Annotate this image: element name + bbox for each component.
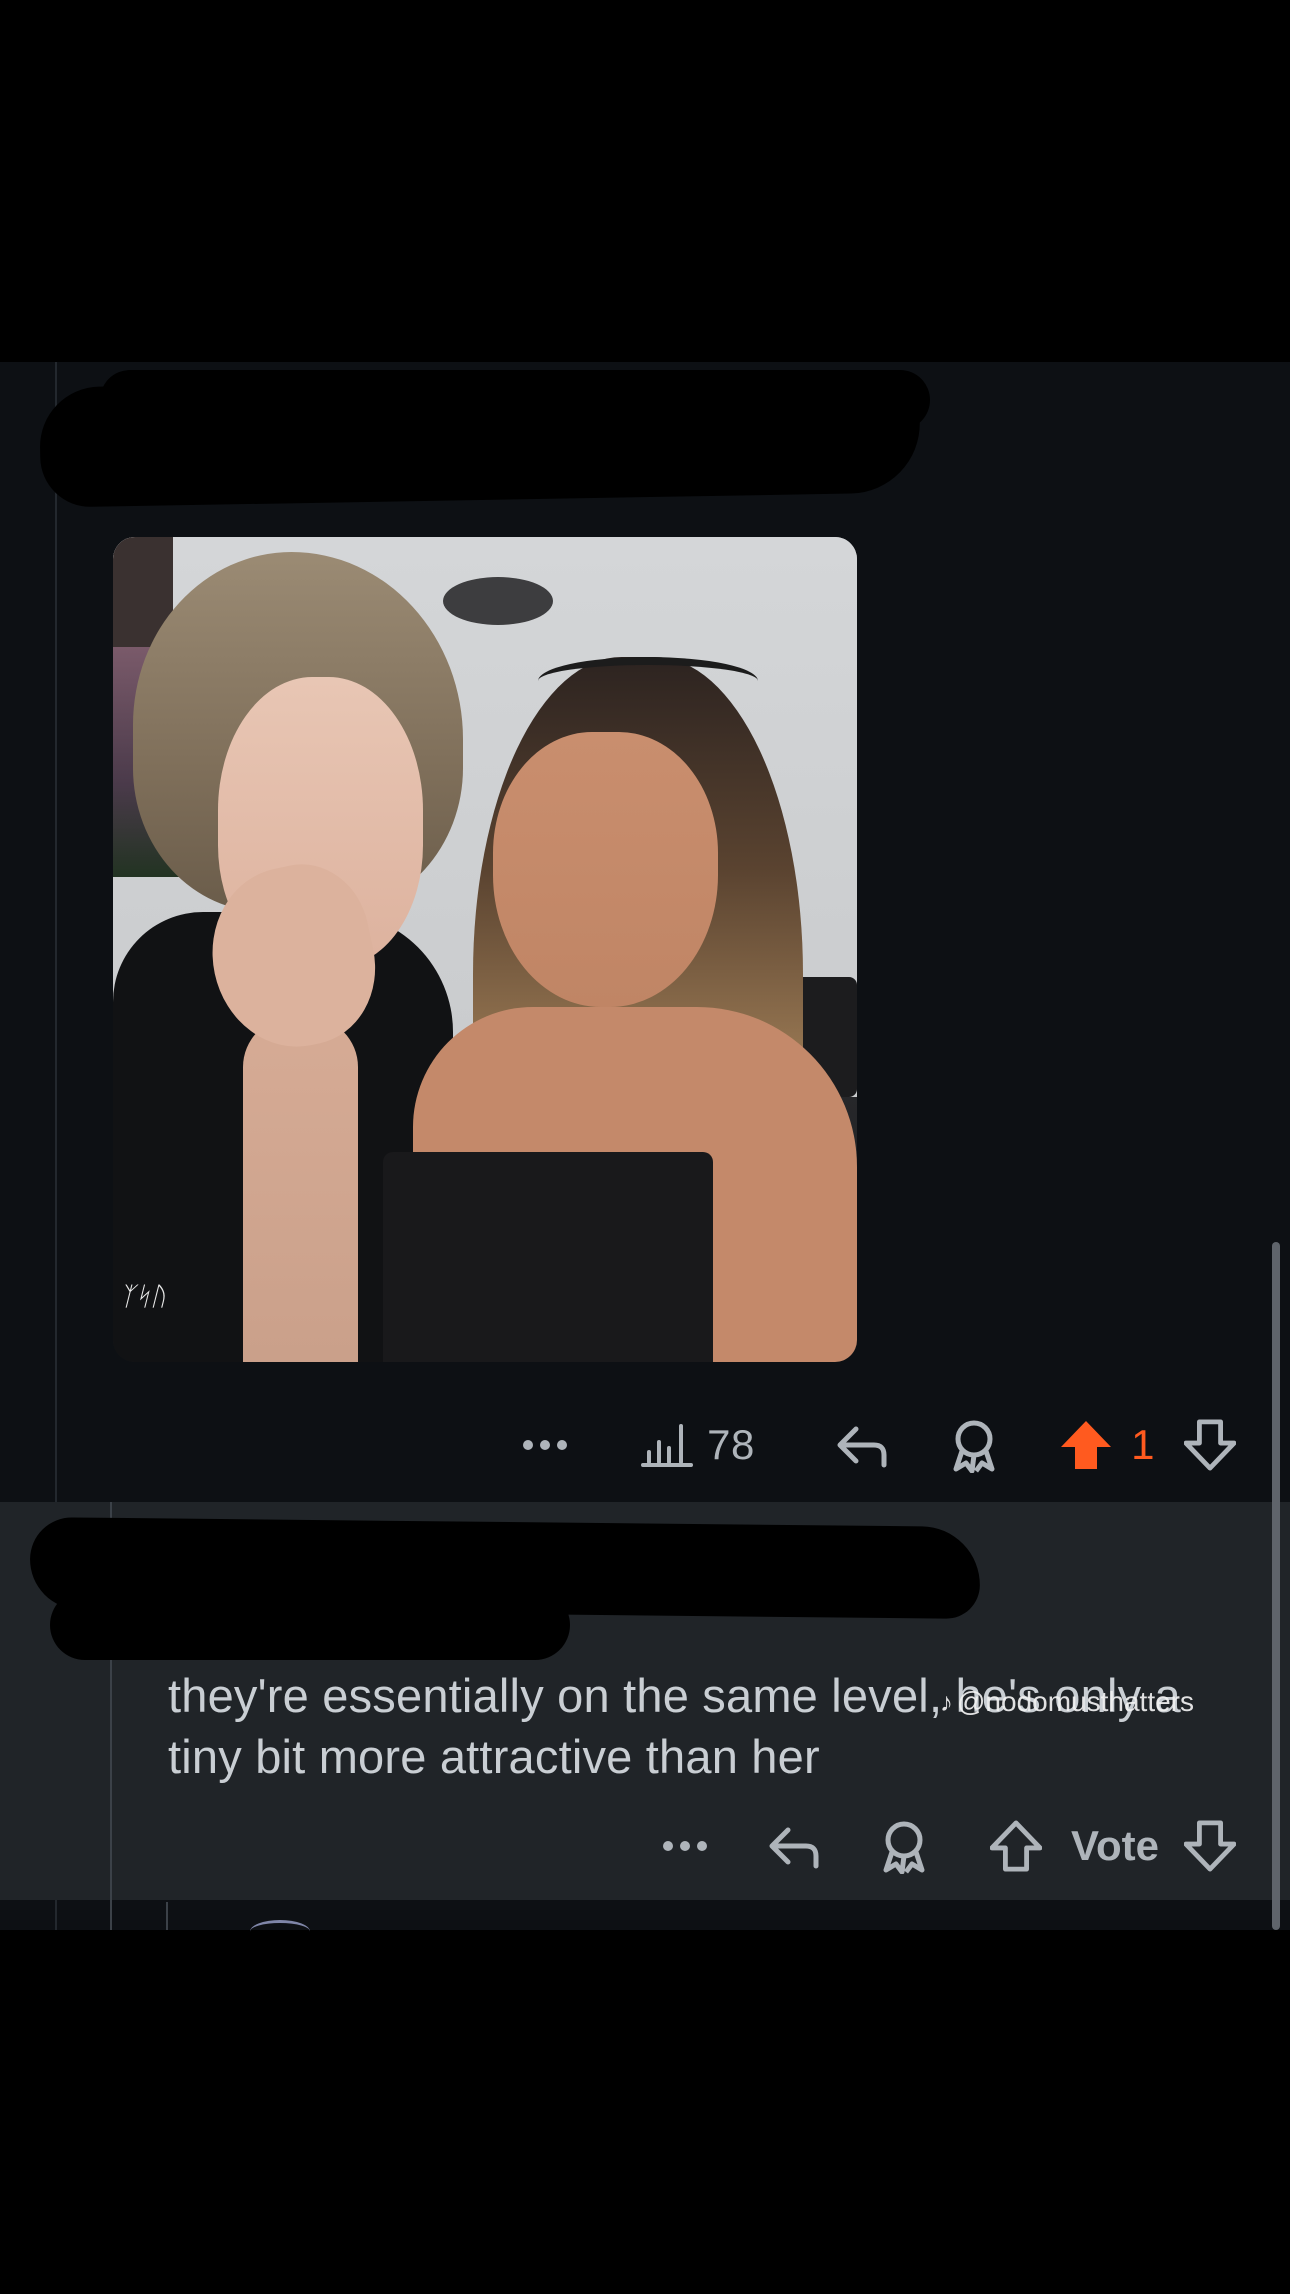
views-stat[interactable]: 78 (628, 1405, 768, 1485)
vote-label: Vote (1071, 1822, 1159, 1869)
comment-action-bar: Vote (0, 1806, 1290, 1886)
more-horizontal-icon[interactable] (518, 1405, 572, 1485)
scrollbar[interactable] (1272, 1242, 1280, 1930)
award-ribbon-icon[interactable] (942, 1405, 1006, 1485)
award-ribbon-icon[interactable] (872, 1806, 936, 1886)
post-image[interactable]: ᛉᛋᚢ (113, 537, 857, 1362)
post-action-bar: 78 1 (0, 1405, 1290, 1485)
comment-body: they're essentially on the same level, h… (168, 1669, 1181, 1783)
person-right-face (493, 732, 718, 1007)
image-lamp (443, 577, 553, 625)
reply-arrow-icon[interactable] (762, 1806, 826, 1886)
redaction-scribble (100, 370, 930, 430)
redaction-scribble (50, 1590, 570, 1660)
downvote-arrow-icon[interactable] (1180, 1806, 1240, 1886)
sunglasses-on-head (538, 657, 758, 705)
next-comment-avatar (250, 1920, 310, 1943)
bar-chart-icon (641, 1422, 694, 1468)
shirt-logo: ᛉᛋᚢ (119, 1282, 166, 1312)
upvote-arrow-icon[interactable] (1059, 1419, 1113, 1471)
views-count: 78 (707, 1421, 755, 1468)
downvote-arrow-icon[interactable] (1180, 1405, 1240, 1485)
person-left-arm (243, 1017, 358, 1362)
upvote-count: 1 (1131, 1421, 1155, 1468)
upvote-arrow-icon[interactable] (982, 1806, 1050, 1886)
tiktok-note-icon: ♪ (940, 1686, 953, 1717)
reply-arrow-icon[interactable] (830, 1405, 894, 1485)
upvote-group: 1 (1052, 1405, 1162, 1485)
watermark-handle: @nodomusthatters (957, 1686, 1194, 1717)
nested-thread-line (166, 1902, 168, 1930)
person-right-top (383, 1152, 713, 1362)
tiktok-watermark: ♪ @nodomusthatters (940, 1686, 1194, 1718)
more-horizontal-icon[interactable] (658, 1806, 712, 1886)
